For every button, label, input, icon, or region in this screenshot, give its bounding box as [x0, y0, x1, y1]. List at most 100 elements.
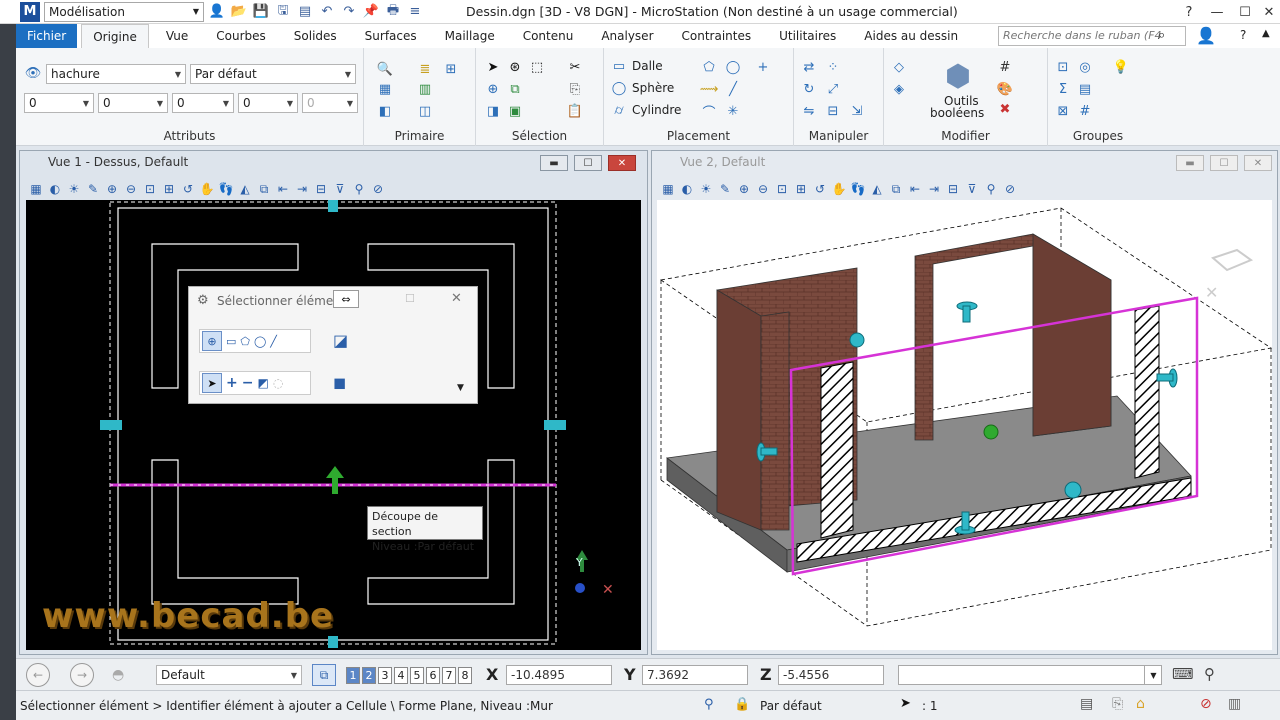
layers-icon[interactable]: ≣	[416, 60, 434, 78]
delete-part-icon[interactable]: ◈	[890, 80, 908, 98]
slab-icon[interactable]: ▭	[610, 57, 628, 75]
z-coordinate-field[interactable]: -5.4556	[778, 665, 884, 685]
curve-icon[interactable]: ⟿	[700, 80, 719, 98]
named-group-icon[interactable]: Σ	[1054, 80, 1072, 98]
workspace-select[interactable]: Modélisation ▼	[44, 1, 204, 22]
cell-icon[interactable]: ◎	[1076, 58, 1094, 76]
bulb-icon[interactable]: 💡	[1112, 58, 1130, 76]
stretch-icon[interactable]: ⇲	[848, 102, 866, 120]
priority-select[interactable]: 0 ▼	[302, 93, 358, 113]
save-settings-icon[interactable]: 🖫	[274, 3, 292, 21]
zoom-in-icon[interactable]: ⊕	[104, 181, 120, 197]
zoom-out-icon[interactable]: ⊖	[123, 181, 139, 197]
select-all-elements-icon[interactable]: ◼	[333, 373, 346, 392]
level-select[interactable]: hachure ▼	[46, 64, 186, 84]
clip-volume-icon[interactable]: ⊟	[313, 181, 329, 197]
clip-volume-icon[interactable]: ⊟	[945, 181, 961, 197]
graphic-group-icon[interactable]: ▤	[1076, 80, 1094, 98]
view-2-minimize-button[interactable]: ▬	[1176, 155, 1204, 171]
clip-mask-icon[interactable]: ⊽	[964, 181, 980, 197]
cylinder-button-label[interactable]: Cylindre	[632, 103, 681, 117]
pen-icon[interactable]: ✎	[717, 181, 733, 197]
y-coordinate-field[interactable]: 7.3692	[642, 665, 748, 685]
lighting-icon[interactable]: ☀	[698, 181, 714, 197]
cylinder-icon[interactable]: ⌭	[610, 101, 628, 119]
section-icon[interactable]: ⚲	[351, 181, 367, 197]
walk-icon[interactable]: 👣	[850, 181, 866, 197]
tab-maillage[interactable]: Maillage	[434, 24, 506, 48]
level-manager-icon[interactable]: ◧	[376, 102, 394, 120]
group-select-icon[interactable]: ⧉	[506, 80, 524, 98]
view-2-canvas[interactable]: ✕	[657, 200, 1273, 650]
transparency-select[interactable]: 0 ▼	[238, 93, 298, 113]
tab-fichier[interactable]: Fichier	[16, 24, 78, 48]
home-icon[interactable]: ⌂	[1136, 696, 1145, 712]
named-selection-icon[interactable]: ▣	[506, 102, 524, 120]
properties-icon[interactable]: ▦	[376, 80, 394, 98]
accudraw-icon[interactable]: ⌨	[1172, 665, 1194, 683]
help-icon[interactable]: ?	[1240, 28, 1246, 42]
light-icon[interactable]: ✳	[724, 102, 742, 120]
tab-utilitaires[interactable]: Utilitaires	[768, 24, 847, 48]
fit-view-icon[interactable]: ⊞	[793, 181, 809, 197]
open-folder-icon[interactable]: 📂	[230, 3, 248, 21]
boolean-tools-label-2[interactable]: booléens	[930, 106, 984, 120]
save-icon[interactable]: 💾	[252, 3, 270, 21]
user-account-icon[interactable]: 👤	[1196, 26, 1216, 45]
attach-icon[interactable]: ⊞	[442, 60, 460, 78]
x-coordinate-field[interactable]: -10.4895	[506, 665, 612, 685]
tab-courbes[interactable]: Courbes	[205, 24, 277, 48]
close-window-button[interactable]: ✕	[1252, 0, 1280, 24]
new-mode-icon[interactable]: ➤	[202, 373, 222, 393]
view-toggle-7[interactable]: 7	[442, 667, 456, 684]
snap-mode-icon[interactable]: ⚲	[704, 697, 714, 712]
sphere-button-label[interactable]: Sphère	[632, 81, 674, 95]
tab-contenu[interactable]: Contenu	[512, 24, 585, 48]
tab-vue[interactable]: Vue	[155, 24, 199, 48]
snap-icon[interactable]: ⚲	[1204, 665, 1215, 683]
camera-icon[interactable]: ◭	[237, 181, 253, 197]
design-history-icon[interactable]: ⎘	[1112, 696, 1123, 712]
clip-off-icon[interactable]: ⊘	[1002, 181, 1018, 197]
line-style-select[interactable]: 0 ▼	[98, 93, 168, 113]
shape-icon[interactable]: ⬠	[700, 58, 718, 76]
collapse-ribbon-icon[interactable]: ▲	[1262, 28, 1270, 39]
color-select[interactable]: 0 ▼	[24, 93, 94, 113]
zoom-in-icon[interactable]: ⊕	[736, 181, 752, 197]
line-weight-select[interactable]: 0 ▼	[172, 93, 234, 113]
undo-icon[interactable]: ↶	[318, 3, 336, 21]
zoom-out-icon[interactable]: ⊖	[755, 181, 771, 197]
move-icon[interactable]: ⇄	[800, 58, 818, 76]
ungroup-icon[interactable]: ⊠	[1054, 102, 1072, 120]
next-view-icon[interactable]: ⇥	[926, 181, 942, 197]
references-icon[interactable]: ◫	[416, 102, 434, 120]
dialog-close-button[interactable]: ✕	[451, 291, 462, 306]
view-toggle-8[interactable]: 8	[458, 667, 472, 684]
view-1-minimize-button[interactable]: ▬	[540, 155, 568, 171]
message-center-icon[interactable]: ▤	[1080, 696, 1093, 712]
view-1-maximize-button[interactable]: ☐	[574, 155, 602, 171]
fit-view-icon[interactable]: ⊞	[161, 181, 177, 197]
dialog-resize-icon[interactable]: ⇔	[333, 290, 359, 308]
options-icon[interactable]: ≡	[406, 3, 424, 21]
tab-contraintes[interactable]: Contraintes	[671, 24, 763, 48]
copy-view-icon[interactable]: ⧉	[256, 181, 272, 197]
search-icon[interactable]: ⌕	[1158, 28, 1165, 43]
modify-element-icon[interactable]: ◇	[890, 58, 908, 76]
view-1-close-button[interactable]: ✕	[608, 155, 636, 171]
view-attributes-icon[interactable]: ▦	[660, 181, 676, 197]
fence-icon[interactable]: ⬚	[528, 58, 546, 76]
level-display-icon[interactable]: 👁	[24, 64, 42, 82]
rotate-view-icon[interactable]: ↺	[812, 181, 828, 197]
explorer-icon[interactable]: 🔍	[376, 60, 394, 78]
paste-icon[interactable]: 📋	[566, 102, 584, 120]
display-style-icon[interactable]: ◐	[679, 181, 695, 197]
view-groups-icon[interactable]: ⧉	[312, 664, 336, 686]
redo-icon[interactable]: ↷	[340, 3, 358, 21]
tab-solides[interactable]: Solides	[283, 24, 348, 48]
connection-icon[interactable]: ▥	[1228, 696, 1241, 712]
rotate-view-icon[interactable]: ↺	[180, 181, 196, 197]
point-icon[interactable]: +	[754, 58, 772, 76]
circle-icon[interactable]: ◯	[724, 58, 742, 76]
previous-view-icon[interactable]: ⇤	[907, 181, 923, 197]
